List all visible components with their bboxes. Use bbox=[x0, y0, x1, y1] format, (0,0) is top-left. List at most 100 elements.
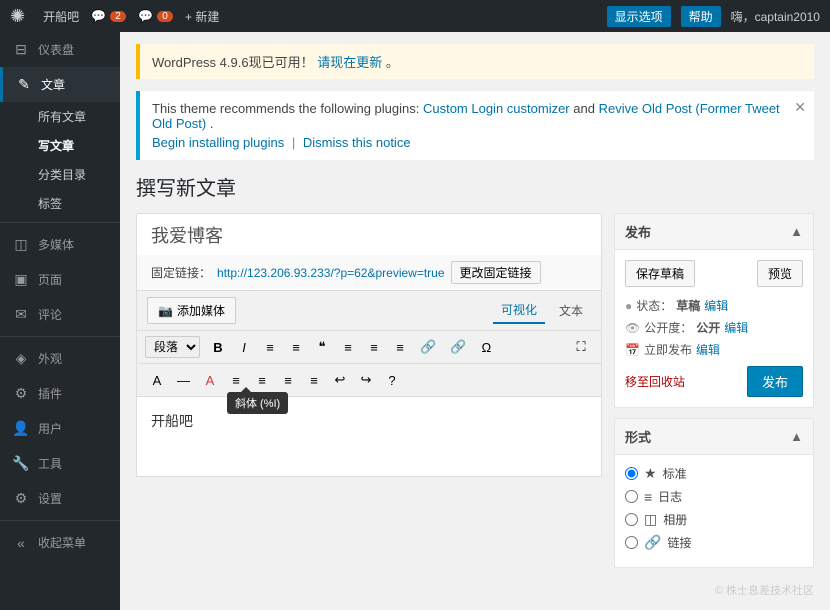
admin-bar: ✺ 开船吧 💬 2 💬 0 + 新建 显示选项 帮助 嗨，captain2010 bbox=[0, 0, 830, 32]
users-icon: 👤 bbox=[12, 420, 30, 437]
adminbar-site-name[interactable]: 开船吧 bbox=[43, 8, 79, 25]
sidebar-subitem-write-post[interactable]: 写文章 bbox=[0, 131, 120, 160]
align-center-button[interactable]: ≡ bbox=[362, 336, 386, 359]
sidebar-item-posts[interactable]: ✎ 文章 bbox=[0, 67, 120, 102]
text-tab[interactable]: 文本 bbox=[551, 297, 591, 324]
dashboard-icon: ⊟ bbox=[12, 41, 30, 58]
sidebar-subitem-all-posts[interactable]: 所有文章 bbox=[0, 102, 120, 131]
align-left-button[interactable]: ≡ bbox=[336, 336, 360, 359]
expand-editor-button[interactable]: ⛶ bbox=[569, 335, 593, 359]
menu-separator-2 bbox=[0, 336, 120, 337]
italic-button[interactable]: I bbox=[232, 336, 256, 359]
plugin-notice: This theme recommends the following plug… bbox=[136, 91, 814, 160]
format-box: 形式 ▲ ★ 标准 ≡ 日志 bbox=[614, 418, 814, 568]
dismiss-notice-link[interactable]: Dismiss this notice bbox=[303, 135, 411, 150]
adminbar-comments[interactable]: 💬 2 bbox=[91, 9, 126, 23]
user-greeting: 嗨，captain2010 bbox=[731, 8, 820, 25]
view-tabs: 可视化 文本 bbox=[493, 297, 591, 324]
plugin1-link[interactable]: Custom Login customizer bbox=[423, 101, 570, 116]
visibility-row: 👁 公开度： 公开 编辑 bbox=[625, 319, 803, 336]
special-char-button[interactable]: Ω bbox=[474, 336, 498, 359]
link-button[interactable]: 🔗 bbox=[414, 335, 442, 359]
text-color-button[interactable]: A bbox=[198, 369, 222, 392]
sidebar-item-media[interactable]: ◫ 多媒体 bbox=[0, 227, 120, 262]
bold-button[interactable]: B bbox=[206, 336, 230, 359]
redo-button[interactable]: ↪ bbox=[354, 368, 378, 392]
update-now-link[interactable]: 请现在更新 bbox=[317, 55, 382, 70]
format-toolbar-row2: A — A ≡ ≡ ≡ ≡ ↩ ↪ ? 斜体 (%I) bbox=[136, 364, 602, 397]
sidebar-item-appearance[interactable]: ◈ 外观 bbox=[0, 341, 120, 376]
page-title: 撰写新文章 bbox=[136, 172, 814, 201]
publish-box: 发布 ▲ 保存草稿 预览 ● 状态： 草稿 编辑 bbox=[614, 213, 814, 408]
notice-links: Begin installing plugins | Dismiss this … bbox=[152, 135, 802, 150]
paragraph-select[interactable]: 段落 bbox=[145, 336, 200, 358]
unlink-button[interactable]: 🔗 bbox=[444, 335, 472, 359]
sidebar-item-users[interactable]: 👤 用户 bbox=[0, 411, 120, 446]
wp-content: ⊟ 仪表盘 ✎ 文章 所有文章 写文章 分类目录 标签 ◫ 多媒体 ▣ 页面 ✉… bbox=[0, 32, 830, 610]
unordered-list-button[interactable]: ≡ bbox=[258, 336, 282, 359]
sidebar-item-plugins[interactable]: ⚙ 插件 bbox=[0, 376, 120, 411]
align-justify-button[interactable]: ≡ bbox=[302, 369, 326, 392]
save-draft-button[interactable]: 保存草稿 bbox=[625, 260, 695, 287]
post-title-input[interactable] bbox=[136, 213, 602, 255]
permalink-url[interactable]: http://123.206.93.233/?p=62&preview=true bbox=[217, 266, 445, 280]
gallery-icon: ◫ bbox=[644, 511, 657, 528]
help-button[interactable]: 帮助 bbox=[681, 6, 721, 27]
plugins-icon: ⚙ bbox=[12, 385, 30, 402]
menu-separator-1 bbox=[0, 222, 120, 223]
adminbar-new[interactable]: + 新建 bbox=[185, 8, 219, 25]
dismiss-x-button[interactable]: ✕ bbox=[794, 99, 806, 116]
aside-icon: ≡ bbox=[644, 489, 652, 505]
sidebar-item-comments[interactable]: ✉ 评论 bbox=[0, 297, 120, 332]
admin-menu: ⊟ 仪表盘 ✎ 文章 所有文章 写文章 分类目录 标签 ◫ 多媒体 ▣ 页面 ✉… bbox=[0, 32, 120, 610]
move-to-trash-link[interactable]: 移至回收站 bbox=[625, 373, 685, 390]
media-icon: ◫ bbox=[12, 236, 30, 253]
indent-button[interactable]: ≡ bbox=[250, 369, 274, 392]
sidebar-subitem-categories[interactable]: 分类目录 bbox=[0, 160, 120, 189]
tools-icon: 🔧 bbox=[12, 455, 30, 472]
strikethrough-button[interactable]: A bbox=[145, 369, 169, 392]
adminbar-chat[interactable]: 💬 0 bbox=[138, 9, 173, 23]
format-box-header: 形式 ▲ bbox=[615, 419, 813, 455]
publish-toggle-arrow[interactable]: ▲ bbox=[790, 224, 803, 239]
install-plugins-link[interactable]: Begin installing plugins bbox=[152, 135, 284, 150]
sidebar-item-settings[interactable]: ⚙ 设置 bbox=[0, 481, 120, 516]
appearance-icon: ◈ bbox=[12, 350, 30, 367]
preview-button[interactable]: 预览 bbox=[757, 260, 803, 287]
format-aside-radio[interactable] bbox=[625, 490, 638, 503]
format-aside: ≡ 日志 bbox=[625, 488, 803, 505]
publish-button[interactable]: 发布 bbox=[747, 366, 803, 397]
add-media-button[interactable]: 📷 添加媒体 bbox=[147, 297, 236, 324]
publish-actions: 保存草稿 预览 bbox=[625, 260, 803, 287]
calendar-icon: 📅 bbox=[625, 343, 640, 357]
sidebar-subitem-tags[interactable]: 标签 bbox=[0, 189, 120, 218]
help-button[interactable]: ? bbox=[380, 369, 404, 392]
format-link-radio[interactable] bbox=[625, 536, 638, 549]
undo-button[interactable]: ↩ bbox=[328, 368, 352, 392]
change-permalink-button[interactable]: 更改固定链接 bbox=[451, 261, 541, 284]
visibility-edit-link[interactable]: 编辑 bbox=[724, 319, 748, 336]
align-right-button[interactable]: ≡ bbox=[388, 336, 412, 359]
format-toolbar-row1: 段落 B I ≡ ≡ ❝ ≡ ≡ ≡ 🔗 🔗 Ω ⛶ bbox=[136, 331, 602, 364]
status-edit-link[interactable]: 编辑 bbox=[704, 297, 728, 314]
media-plus-icon: 📷 bbox=[158, 304, 173, 318]
visual-tab[interactable]: 可视化 bbox=[493, 297, 545, 324]
menu-separator-3 bbox=[0, 520, 120, 521]
sidebar-item-tools[interactable]: 🔧 工具 bbox=[0, 446, 120, 481]
format-gallery: ◫ 相册 bbox=[625, 511, 803, 528]
hr-button[interactable]: — bbox=[171, 369, 196, 392]
format-standard-radio[interactable] bbox=[625, 467, 638, 480]
ordered-list-button[interactable]: ≡ bbox=[284, 336, 308, 359]
sidebar-item-pages[interactable]: ▣ 页面 bbox=[0, 262, 120, 297]
sidebar-item-dashboard[interactable]: ⊟ 仪表盘 bbox=[0, 32, 120, 67]
blockquote-button[interactable]: ❝ bbox=[310, 335, 334, 359]
editor-content[interactable]: 开船吧 bbox=[136, 397, 602, 477]
date-edit-link[interactable]: 编辑 bbox=[696, 341, 720, 358]
format-toggle-arrow[interactable]: ▲ bbox=[790, 429, 803, 444]
format-gallery-radio[interactable] bbox=[625, 513, 638, 526]
sidebar-collapse-menu[interactable]: « 收起菜单 bbox=[0, 525, 120, 560]
status-row: ● 状态： 草稿 编辑 bbox=[625, 297, 803, 314]
link-format-icon: 🔗 bbox=[644, 534, 661, 551]
outdent-button[interactable]: ≡ bbox=[276, 369, 300, 392]
display-options-button[interactable]: 显示选项 bbox=[607, 6, 671, 27]
